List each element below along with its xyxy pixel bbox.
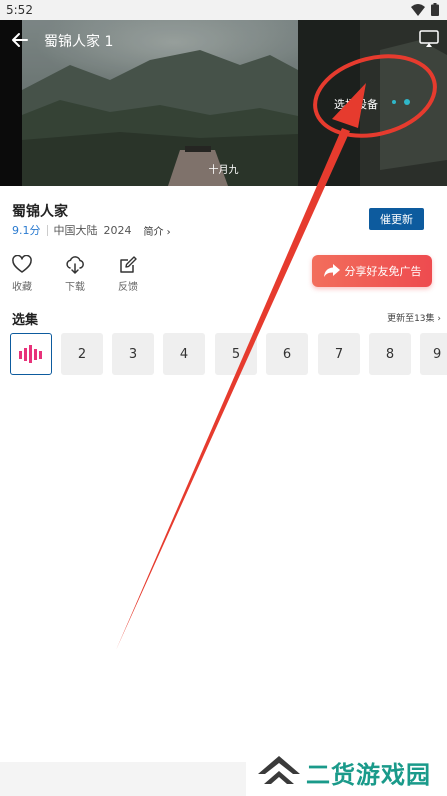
video-player[interactable]: 蜀锦人家 1 选择设备 十月九 — [0, 20, 447, 186]
heart-icon — [12, 255, 32, 273]
episode-item[interactable]: 5 — [215, 333, 257, 375]
equalizer-icon — [19, 345, 42, 363]
feedback-button[interactable]: 反馈 — [113, 255, 143, 293]
urge-update-button[interactable]: 催更新 — [369, 208, 424, 230]
favorite-button[interactable]: 收藏 — [7, 255, 37, 293]
show-title: 蜀锦人家 — [12, 204, 68, 220]
edit-icon — [120, 256, 137, 273]
update-info-link[interactable]: 更新至13集 › — [387, 311, 441, 324]
share-label: 分享好友免广告 — [344, 265, 422, 278]
region: 中国大陆 — [53, 224, 98, 237]
video-title: 蜀锦人家 1 — [44, 34, 114, 50]
episode-item-playing[interactable] — [10, 333, 52, 375]
episode-item[interactable]: 9 — [420, 333, 447, 375]
episode-item[interactable]: 2 — [61, 333, 103, 375]
feedback-label: 反馈 — [118, 282, 138, 293]
select-device-label[interactable]: 选择设备 — [334, 96, 378, 112]
share-button[interactable]: 分享好友免广告 — [312, 255, 432, 287]
rating: 9.1分 — [12, 224, 41, 237]
status-time: 5:52 — [6, 3, 33, 17]
share-arrow-icon — [323, 264, 340, 277]
episode-item[interactable]: 6 — [266, 333, 308, 375]
year: 2024 — [103, 223, 132, 237]
cloud-download-icon — [66, 256, 84, 274]
back-arrow-icon[interactable] — [10, 30, 30, 50]
status-bar: 5:52 — [0, 0, 447, 20]
episode-item[interactable]: 4 — [163, 333, 205, 375]
wifi-icon — [411, 4, 425, 16]
download-button[interactable]: 下载 — [60, 255, 90, 293]
episode-item[interactable]: 8 — [369, 333, 411, 375]
loading-dot — [404, 99, 410, 105]
watermark-logo-icon — [258, 756, 300, 784]
battery-icon — [431, 3, 439, 16]
intro-link[interactable]: 简介 › — [144, 223, 171, 238]
loading-dot — [392, 100, 396, 104]
download-label: 下载 — [65, 282, 85, 293]
bottom-bar — [0, 762, 246, 796]
cast-icon[interactable] — [419, 30, 439, 48]
video-subtitle: 十月九 — [208, 165, 239, 176]
watermark-text: 二货游戏园 — [306, 761, 431, 789]
episodes-title: 选集 — [12, 313, 39, 328]
episode-item[interactable]: 7 — [318, 333, 360, 375]
show-meta: 9.1分 中国大陆 2024 简介 › — [12, 222, 171, 238]
episode-item[interactable]: 3 — [112, 333, 154, 375]
divider — [46, 224, 48, 236]
favorite-label: 收藏 — [12, 282, 32, 293]
annotation-arrow — [116, 128, 350, 650]
